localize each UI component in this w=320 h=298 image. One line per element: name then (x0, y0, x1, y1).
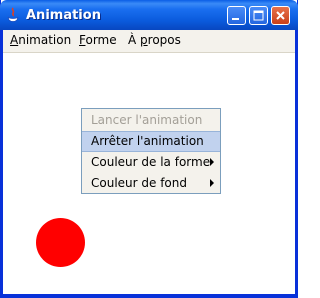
close-button[interactable] (271, 6, 290, 25)
maximize-icon (253, 10, 264, 21)
menu-item-background-color[interactable]: Couleur de fond (82, 173, 220, 194)
menu-animation[interactable]: Animation (10, 33, 71, 47)
menu-item-shape-color[interactable]: Couleur de la forme (82, 152, 220, 173)
maximize-button[interactable] (249, 6, 268, 25)
window-border-left (0, 30, 3, 298)
menu-bar: Animation Forme À propos (1, 30, 297, 53)
menu-forme[interactable]: Forme (79, 33, 117, 47)
menu-item-label: Couleur de la forme (91, 155, 211, 169)
minimize-icon (232, 18, 239, 20)
close-icon (276, 11, 285, 20)
context-menu: Lancer l'animation Arrêter l'animation C… (81, 108, 221, 194)
menu-animation-mnemonic: A (10, 33, 19, 47)
menu-a-propos[interactable]: À propos (128, 33, 181, 47)
menu-item-stop-animation[interactable]: Arrêter l'animation (82, 131, 220, 152)
window-border-bottom (0, 294, 298, 298)
minimize-button[interactable] (227, 6, 246, 25)
menu-animation-rest: nimation (18, 33, 72, 47)
submenu-arrow-icon (210, 179, 214, 187)
animated-circle (36, 218, 85, 267)
java-app-icon (6, 7, 20, 23)
window-title: Animation (26, 8, 101, 23)
menu-item-label: Lancer l'animation (91, 113, 203, 127)
title-bar[interactable]: Animation (0, 0, 298, 30)
menu-item-label: Arrêter l'animation (91, 134, 204, 148)
menu-item-label: Couleur de fond (91, 176, 187, 190)
menu-item-start-animation: Lancer l'animation (82, 110, 220, 131)
menu-forme-rest: orme (85, 33, 117, 47)
menu-a-propos-rest: ropos (147, 33, 181, 47)
submenu-arrow-icon (210, 158, 214, 166)
menu-a-propos-prefix: À (128, 33, 141, 47)
menu-a-propos-mnemonic: p (140, 33, 148, 47)
window-border-right (295, 30, 298, 298)
